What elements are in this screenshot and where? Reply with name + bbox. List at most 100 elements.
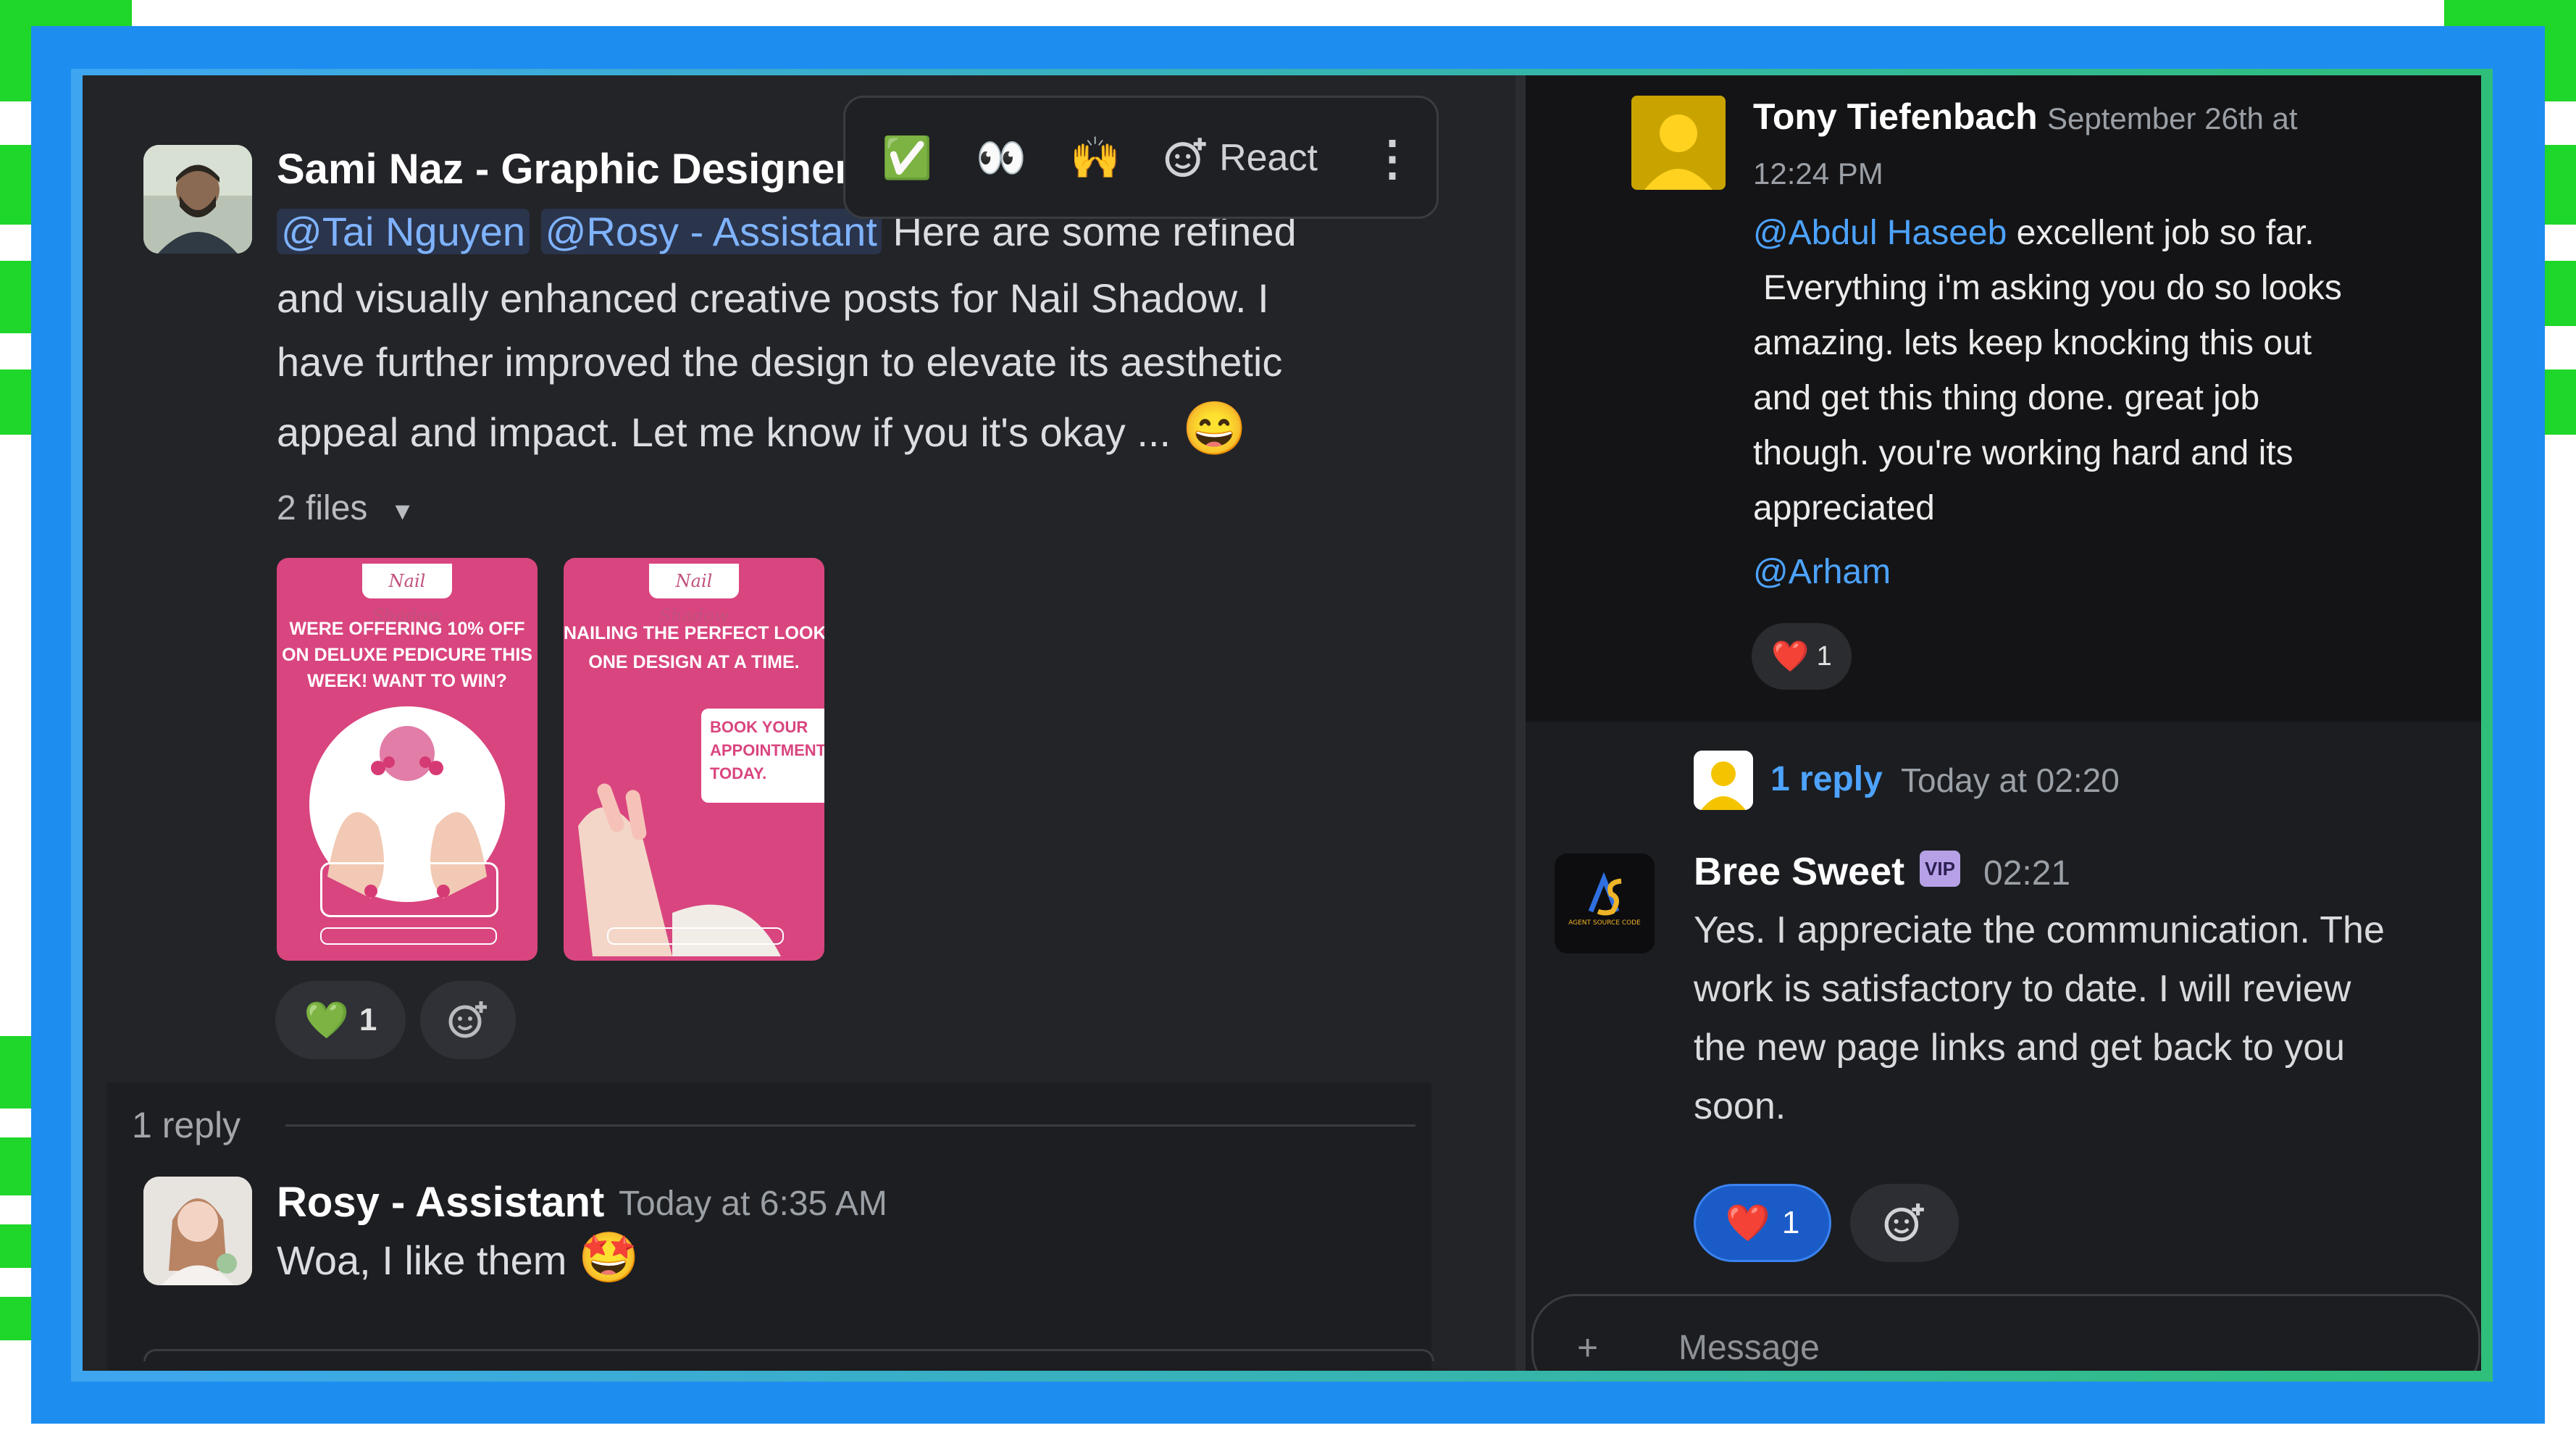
image-attachment[interactable]: Nail Shadow NAILING THE PERFECT LOOK ONE…	[564, 558, 824, 961]
add-reaction-icon	[1884, 1203, 1924, 1242]
reaction-count: 1	[1781, 1205, 1800, 1240]
message-author[interactable]: Sami Naz - Graphic Designer	[277, 145, 851, 193]
plus-icon[interactable]: +	[1577, 1327, 1598, 1369]
avatar[interactable]: AGENT SOURCE CODE	[1555, 853, 1655, 953]
message-line: amazing. lets keep knocking this out	[1753, 324, 2312, 362]
message-line: soon.	[1694, 1085, 1786, 1127]
thread-reply-time: Today at 02:20	[1901, 761, 2120, 799]
add-reaction-icon	[448, 1001, 487, 1038]
agent-source-code-logo-icon: AGENT SOURCE CODE	[1555, 853, 1655, 953]
vip-badge: VIP	[1920, 851, 1960, 887]
star-eyes-emoji: 🤩	[578, 1230, 640, 1285]
quick-react-check[interactable]: ✅	[874, 125, 940, 191]
avatar[interactable]	[1694, 751, 1753, 810]
add-reaction-button[interactable]	[1850, 1184, 1959, 1262]
green-heart-emoji: 💚	[304, 999, 349, 1040]
avatar[interactable]	[143, 145, 252, 254]
reply-count[interactable]: 1 reply	[132, 1104, 241, 1146]
decorative-stripe	[0, 0, 132, 29]
message-line: appreciated	[1753, 489, 1935, 527]
decorative-stripe	[0, 145, 31, 225]
attachment-text: ONE DESIGN AT A TIME.	[588, 652, 800, 672]
decorative-stripe	[2545, 145, 2576, 225]
message-timestamp[interactable]: 12:24 PM	[1753, 156, 1883, 191]
files-label: 2 files	[277, 489, 368, 527]
screenshot-area: Sami Naz - Graphic Designer @Tai Nguyen …	[83, 75, 2481, 1371]
reaction-heart[interactable]: ❤️ 1	[1752, 623, 1852, 690]
message-line: @Abdul Haseeb excellent job so far.	[1753, 206, 2342, 261]
thread-divider	[285, 1124, 1415, 1127]
reaction-heart-green[interactable]: 💚 1	[275, 981, 406, 1059]
message-input[interactable]: + Message	[1531, 1294, 2480, 1371]
person-photo-icon	[143, 145, 252, 254]
add-reaction-button[interactable]	[420, 981, 516, 1059]
quick-react-eyes[interactable]: 👀	[969, 125, 1034, 191]
avatar[interactable]	[1631, 96, 1726, 190]
more-options-icon[interactable]: ⋮	[1367, 125, 1418, 191]
thread-reply-link[interactable]: 1 reply	[1770, 759, 1883, 799]
image-attachment[interactable]: Nail Shadow WERE OFFERING 10% OFF ON DEL…	[277, 558, 538, 961]
files-toggle[interactable]: 2 files ▼	[277, 488, 414, 528]
message-timestamp[interactable]: September 26th at	[2047, 101, 2298, 136]
default-user-icon	[1631, 96, 1726, 190]
red-heart-emoji: ❤️	[1725, 1202, 1770, 1243]
attachment-text: ON DELUXE PEDICURE THIS	[282, 645, 532, 665]
message-author[interactable]: Tony Tiefenbach	[1753, 96, 2038, 138]
reaction-count: 1	[359, 1002, 377, 1037]
react-button[interactable]: React	[1157, 125, 1323, 191]
message-line: though. you're working hard and its	[1753, 434, 2293, 472]
message-line: and visually enhanced creative posts for…	[277, 275, 1269, 321]
message-line: Yes. I appreciate the communication. The	[1694, 909, 2385, 951]
message-body: Yes. I appreciate the communication. The…	[1694, 901, 2385, 1136]
message-body: @Abdul Haseeb excellent job so far. Ever…	[1753, 206, 2342, 536]
react-label: React	[1219, 137, 1318, 179]
message-line: and get this thing done. great job	[1753, 379, 2260, 417]
red-heart-emoji: ❤️	[1771, 638, 1810, 673]
input-placeholder: Message	[1678, 1329, 1820, 1367]
reaction-count: 1	[1816, 640, 1832, 672]
decorative-stripe	[2545, 261, 2576, 326]
pane-divider	[1515, 75, 1526, 1371]
reply-text-body: Woa, I like them	[277, 1237, 567, 1283]
mention-rosy[interactable]: @Rosy - Assistant	[540, 209, 882, 254]
message-line-text: appeal and impact. Let me know if you it…	[277, 409, 1171, 455]
mention-arham[interactable]: @Arham	[1753, 552, 1891, 592]
brand-logo: Nail Shadow	[649, 564, 739, 626]
reply-input-edge	[143, 1349, 1434, 1361]
add-reaction-icon	[1165, 138, 1206, 178]
message-hover-toolbar: ✅ 👀 🙌 React ⋮	[843, 96, 1439, 219]
message-line: the new page links and get back to you	[1694, 1027, 2346, 1069]
reaction-heart-selected[interactable]: ❤️ 1	[1694, 1184, 1831, 1262]
manicure-photo-icon	[578, 783, 781, 956]
message-author[interactable]: Bree Sweet	[1694, 849, 1904, 894]
logo-text: AGENT SOURCE CODE	[1568, 919, 1641, 927]
reply-author[interactable]: Rosy - Assistant	[277, 1178, 604, 1227]
mention-abdul[interactable]: @Abdul Haseeb	[1753, 214, 2007, 252]
decorative-stripe	[0, 1137, 31, 1195]
person-photo-icon	[143, 1177, 252, 1285]
decorative-stripe	[2545, 369, 2576, 435]
message-line: appeal and impact. Let me know if you it…	[277, 396, 1247, 466]
decorative-stripe	[0, 29, 31, 101]
default-user-icon	[1694, 751, 1753, 810]
contact-box	[320, 862, 498, 917]
caret-down-icon: ▼	[390, 498, 415, 525]
attachment-text: NAILING THE PERFECT LOOK	[564, 623, 824, 643]
grin-emoji: 😄	[1182, 400, 1247, 458]
reply-text: Woa, I like them 🤩	[277, 1229, 640, 1290]
message-timestamp[interactable]: 02:21	[1983, 853, 2070, 893]
message-line: work is satisfactory to date. I will rev…	[1694, 968, 2351, 1010]
message-line-text: excellent job so far.	[2016, 214, 2314, 252]
quick-react-raised-hands[interactable]: 🙌	[1063, 125, 1128, 191]
decorative-stripe	[0, 261, 31, 333]
footer-bar	[607, 927, 784, 945]
footer-bar	[320, 927, 497, 945]
decorative-stripe	[0, 1297, 31, 1340]
message-line: have further improved the design to elev…	[277, 339, 1283, 385]
message-line: Everything i'm asking you do so looks	[1763, 269, 2342, 307]
avatar[interactable]	[143, 1177, 252, 1285]
cta-line: BOOK YOUR	[710, 718, 808, 736]
reply-timestamp[interactable]: Today at 6:35 AM	[619, 1184, 887, 1224]
decorative-stripe	[2444, 0, 2576, 29]
mention-tai[interactable]: @Tai Nguyen	[277, 209, 530, 254]
